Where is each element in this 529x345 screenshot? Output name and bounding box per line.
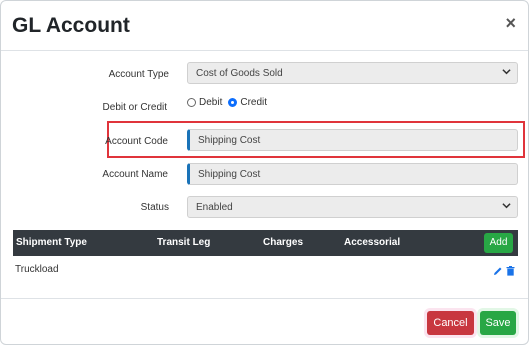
delete-trash-icon[interactable]: [506, 263, 515, 281]
account-type-select[interactable]: Cost of Goods Sold: [187, 62, 518, 84]
status-value: Enabled: [196, 202, 233, 213]
status-label: Status: [140, 202, 169, 213]
modal-header: GL Account ×: [1, 1, 528, 51]
chevron-down-icon: [502, 201, 511, 213]
status-select[interactable]: Enabled: [187, 196, 518, 218]
credit-radio-label[interactable]: Credit: [240, 97, 267, 108]
debit-credit-radio-group: Debit Credit: [187, 97, 273, 108]
table-row: Truckload: [15, 264, 59, 275]
table-header: Shipment Type Transit Leg Charges Access…: [13, 230, 518, 256]
account-code-input[interactable]: Shipping Cost: [187, 129, 518, 151]
row-actions: [493, 263, 515, 281]
debit-radio-label[interactable]: Debit: [199, 97, 222, 108]
add-button[interactable]: Add: [484, 233, 513, 253]
account-type-label: Account Type: [108, 69, 169, 80]
debit-credit-label: Debit or Credit: [102, 102, 167, 113]
row-shipment-type: Truckload: [15, 264, 59, 275]
account-code-label: Account Code: [105, 136, 168, 147]
footer-divider: [1, 298, 528, 299]
credit-radio[interactable]: [228, 98, 238, 107]
save-button[interactable]: Save: [480, 311, 516, 335]
account-code-value: Shipping Cost: [198, 135, 261, 146]
account-type-value: Cost of Goods Sold: [196, 68, 283, 79]
close-icon[interactable]: ×: [505, 14, 516, 32]
column-header-shipment-type: Shipment Type: [16, 237, 87, 248]
modal-title: GL Account: [12, 14, 130, 37]
account-name-input[interactable]: Shipping Cost: [187, 163, 518, 185]
column-header-charges: Charges: [263, 237, 304, 248]
debit-radio[interactable]: [187, 98, 196, 107]
cancel-button[interactable]: Cancel: [427, 311, 474, 335]
chevron-down-icon: [502, 67, 511, 79]
account-name-label: Account Name: [102, 169, 168, 180]
gl-account-modal: GL Account × Account Type Cost of Goods …: [0, 0, 529, 345]
column-header-accessorial: Accessorial: [344, 237, 401, 248]
edit-pencil-icon[interactable]: [493, 263, 503, 281]
account-name-value: Shipping Cost: [198, 169, 261, 180]
column-header-transit-leg: Transit Leg: [157, 237, 211, 248]
